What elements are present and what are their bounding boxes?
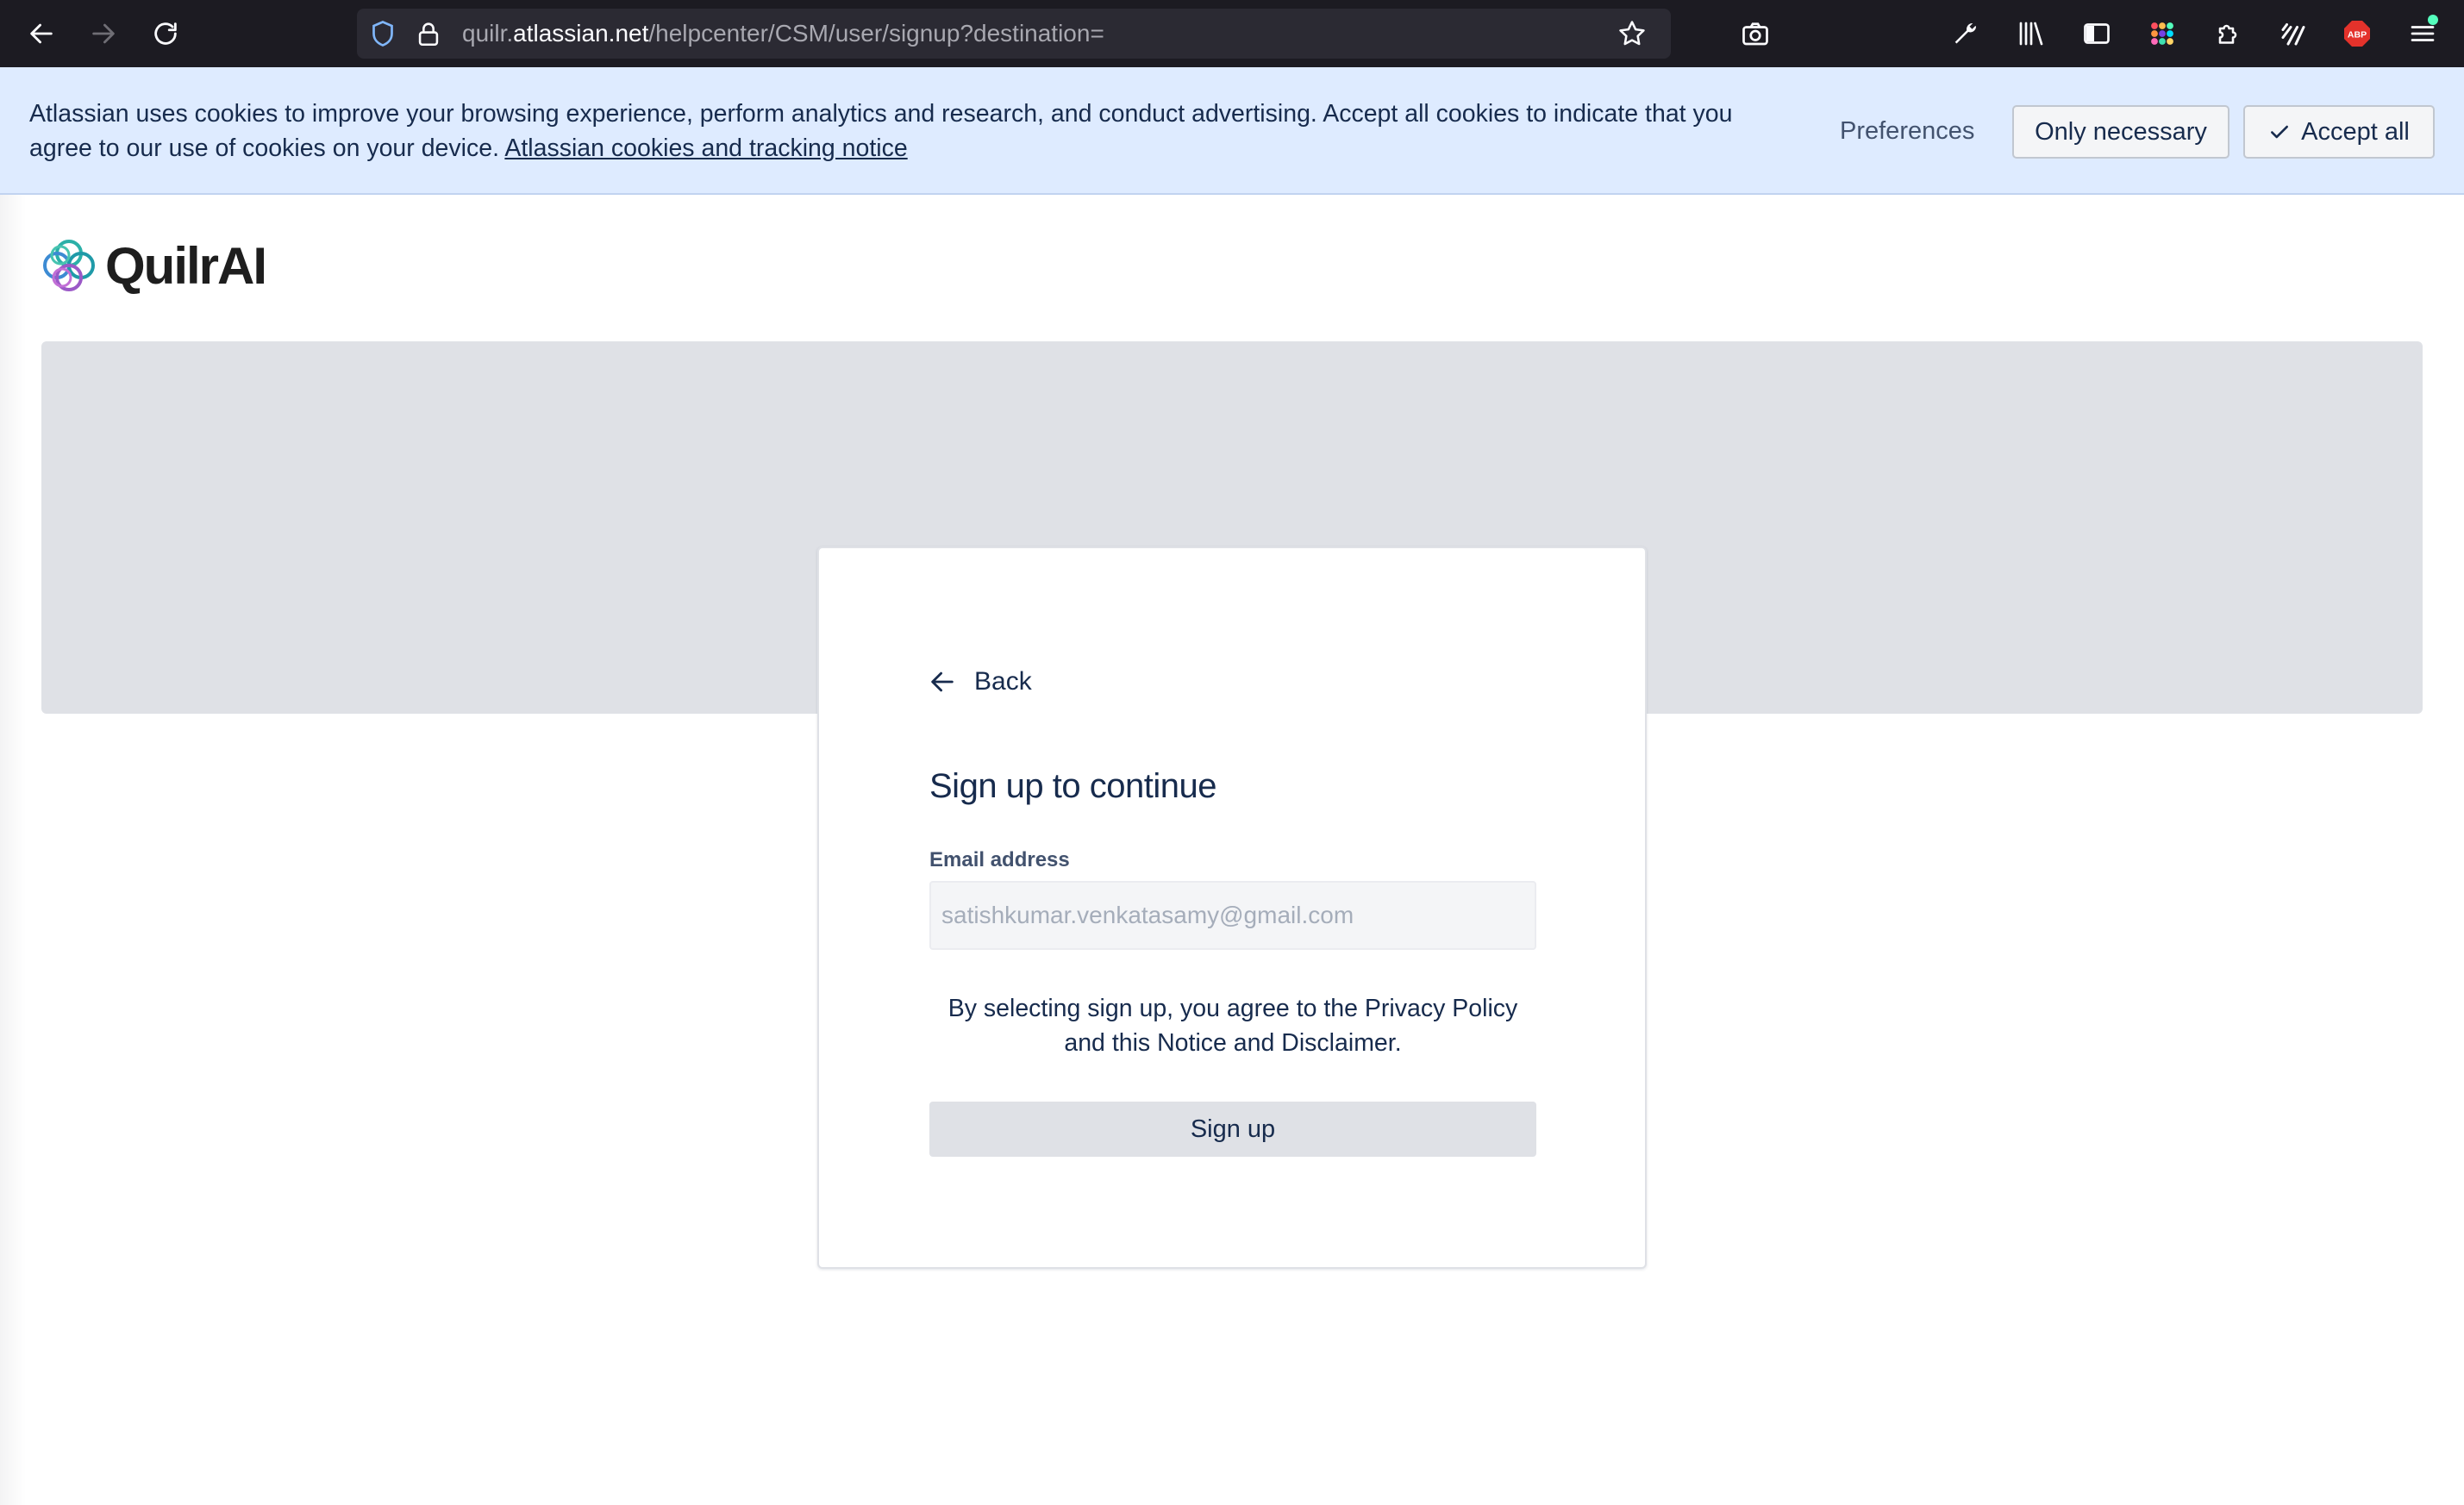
bookmark-star-icon[interactable]	[1616, 17, 1648, 54]
left-edge-shade	[0, 195, 26, 1505]
signup-button[interactable]: Sign up	[929, 1102, 1536, 1157]
accept-all-button[interactable]: Accept all	[2243, 105, 2435, 159]
wrench-icon[interactable]	[1947, 15, 1985, 53]
update-dot-indicator	[2428, 15, 2438, 25]
url-text[interactable]: quilr.atlassian.net/helpcenter/CSM/user/…	[462, 9, 1104, 59]
lock-icon[interactable]	[414, 18, 443, 53]
colorful-grid-extension-icon[interactable]	[2143, 15, 2181, 53]
reload-icon[interactable]	[147, 15, 184, 53]
preferences-button[interactable]: Preferences	[1821, 103, 1993, 159]
adblock-badge-text: ABP	[2348, 30, 2367, 41]
forward-arrow-icon[interactable]	[84, 15, 122, 53]
quilrai-logo[interactable]: QuilrAI	[38, 234, 267, 297]
sidebar-icon[interactable]	[2078, 15, 2116, 53]
back-arrow-icon[interactable]	[22, 15, 60, 53]
library-icon[interactable]	[2012, 15, 2050, 53]
address-bar[interactable]: quilr.atlassian.net/helpcenter/CSM/user/…	[357, 9, 1671, 59]
checkmark-icon	[2268, 121, 2291, 143]
browser-toolbar: quilr.atlassian.net/helpcenter/CSM/user/…	[0, 0, 2464, 67]
back-label: Back	[974, 667, 1032, 696]
terms-text: By selecting sign up, you agree to the P…	[947, 995, 1518, 1057]
back-link[interactable]: Back	[928, 660, 1032, 703]
cookie-notice-link[interactable]: Atlassian cookies and tracking notice	[504, 134, 907, 162]
url-domain: atlassian.net	[513, 20, 649, 47]
url-path: /helpcenter/CSM/user/signup?destination=	[648, 20, 1104, 47]
extensions-puzzle-icon[interactable]	[2209, 15, 2247, 53]
quilrai-logo-mark-icon	[38, 234, 100, 297]
page-title: Sign up to continue	[929, 767, 1216, 805]
email-label: Email address	[929, 848, 1070, 871]
screenshot-camera-icon[interactable]	[1736, 15, 1774, 53]
back-arrow-icon	[928, 667, 957, 696]
email-field[interactable]	[929, 881, 1536, 950]
cookie-message: Atlassian uses cookies to improve your b…	[29, 97, 1754, 165]
tracking-shield-icon[interactable]	[367, 18, 398, 53]
url-prefix: quilr.	[462, 20, 514, 47]
logo-text: QuilrAI	[105, 236, 267, 295]
signup-card: Back Sign up to continue Email address B…	[817, 546, 1647, 1269]
cookie-banner: Atlassian uses cookies to improve your b…	[0, 67, 2464, 195]
reader-extension-icon[interactable]	[2274, 15, 2312, 53]
adblock-plus-icon[interactable]: ABP	[2338, 15, 2376, 53]
only-necessary-button[interactable]: Only necessary	[2012, 105, 2229, 159]
app-menu-icon[interactable]	[2404, 15, 2442, 53]
accept-all-label: Accept all	[2301, 118, 2410, 146]
